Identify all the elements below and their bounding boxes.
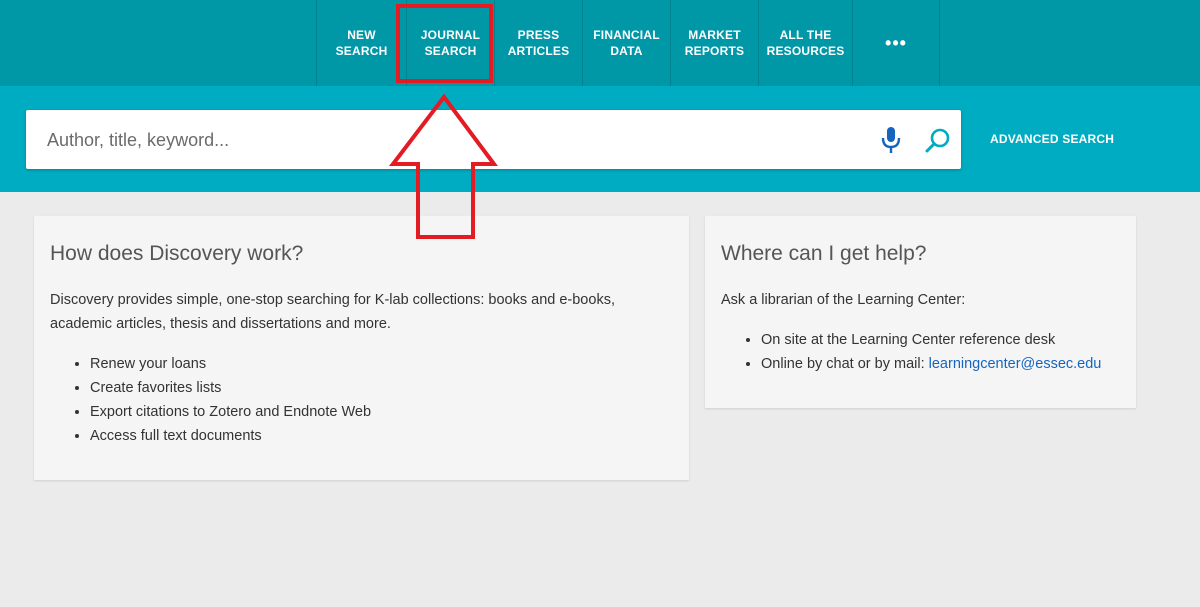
search-input[interactable]	[45, 110, 869, 171]
more-dots-icon: •••	[885, 33, 907, 53]
discovery-description: Discovery provides simple, one-stop sear…	[50, 292, 615, 332]
list-item: Access full text documents	[90, 424, 673, 448]
help-intro: Ask a librarian of the Learning Center:	[721, 292, 966, 308]
nav-journal-search[interactable]: JOURNAL SEARCH	[406, 0, 494, 86]
microphone-icon[interactable]	[880, 126, 902, 154]
list-item: On site at the Learning Center reference…	[761, 328, 1120, 352]
nav-new-search[interactable]: NEW SEARCH	[316, 0, 406, 86]
top-navigation: NEW SEARCH JOURNAL SEARCH PRESS ARTICLES FI…	[0, 0, 1200, 86]
list-item: Renew your loans	[90, 352, 673, 376]
magnifier-icon[interactable]	[925, 127, 951, 153]
nav-list: NEW SEARCH JOURNAL SEARCH PRESS ARTICLES FI…	[316, 0, 940, 86]
discovery-title: How does Discovery work?	[50, 242, 304, 265]
email-link[interactable]: learningcenter@essec.edu	[929, 356, 1102, 372]
nav-financial-data[interactable]: FINANCIAL DATA	[582, 0, 670, 86]
search-band: ADVANCED SEARCH	[0, 86, 1200, 192]
help-info-card: Where can I get help? Ask a librarian of…	[705, 216, 1136, 408]
search-box	[26, 110, 961, 171]
nav-press-articles[interactable]: PRESS ARTICLES	[494, 0, 582, 86]
nav-market-reports[interactable]: MARKET REPORTS	[670, 0, 758, 86]
help-title: Where can I get help?	[721, 242, 927, 265]
help-list: On site at the Learning Center reference…	[721, 328, 1120, 376]
nav-more-button[interactable]: •••	[852, 0, 940, 86]
discovery-features-list: Renew your loans Create favorites lists …	[50, 352, 673, 448]
list-item: Export citations to Zotero and Endnote W…	[90, 400, 673, 424]
list-item: Create favorites lists	[90, 376, 673, 400]
advanced-search-link[interactable]: ADVANCED SEARCH	[990, 132, 1114, 146]
discovery-info-card: How does Discovery work? Discovery provi…	[34, 216, 689, 480]
list-item: Online by chat or by mail: learningcente…	[761, 352, 1120, 376]
nav-all-resources[interactable]: ALL THE RESOURCES	[758, 0, 852, 86]
